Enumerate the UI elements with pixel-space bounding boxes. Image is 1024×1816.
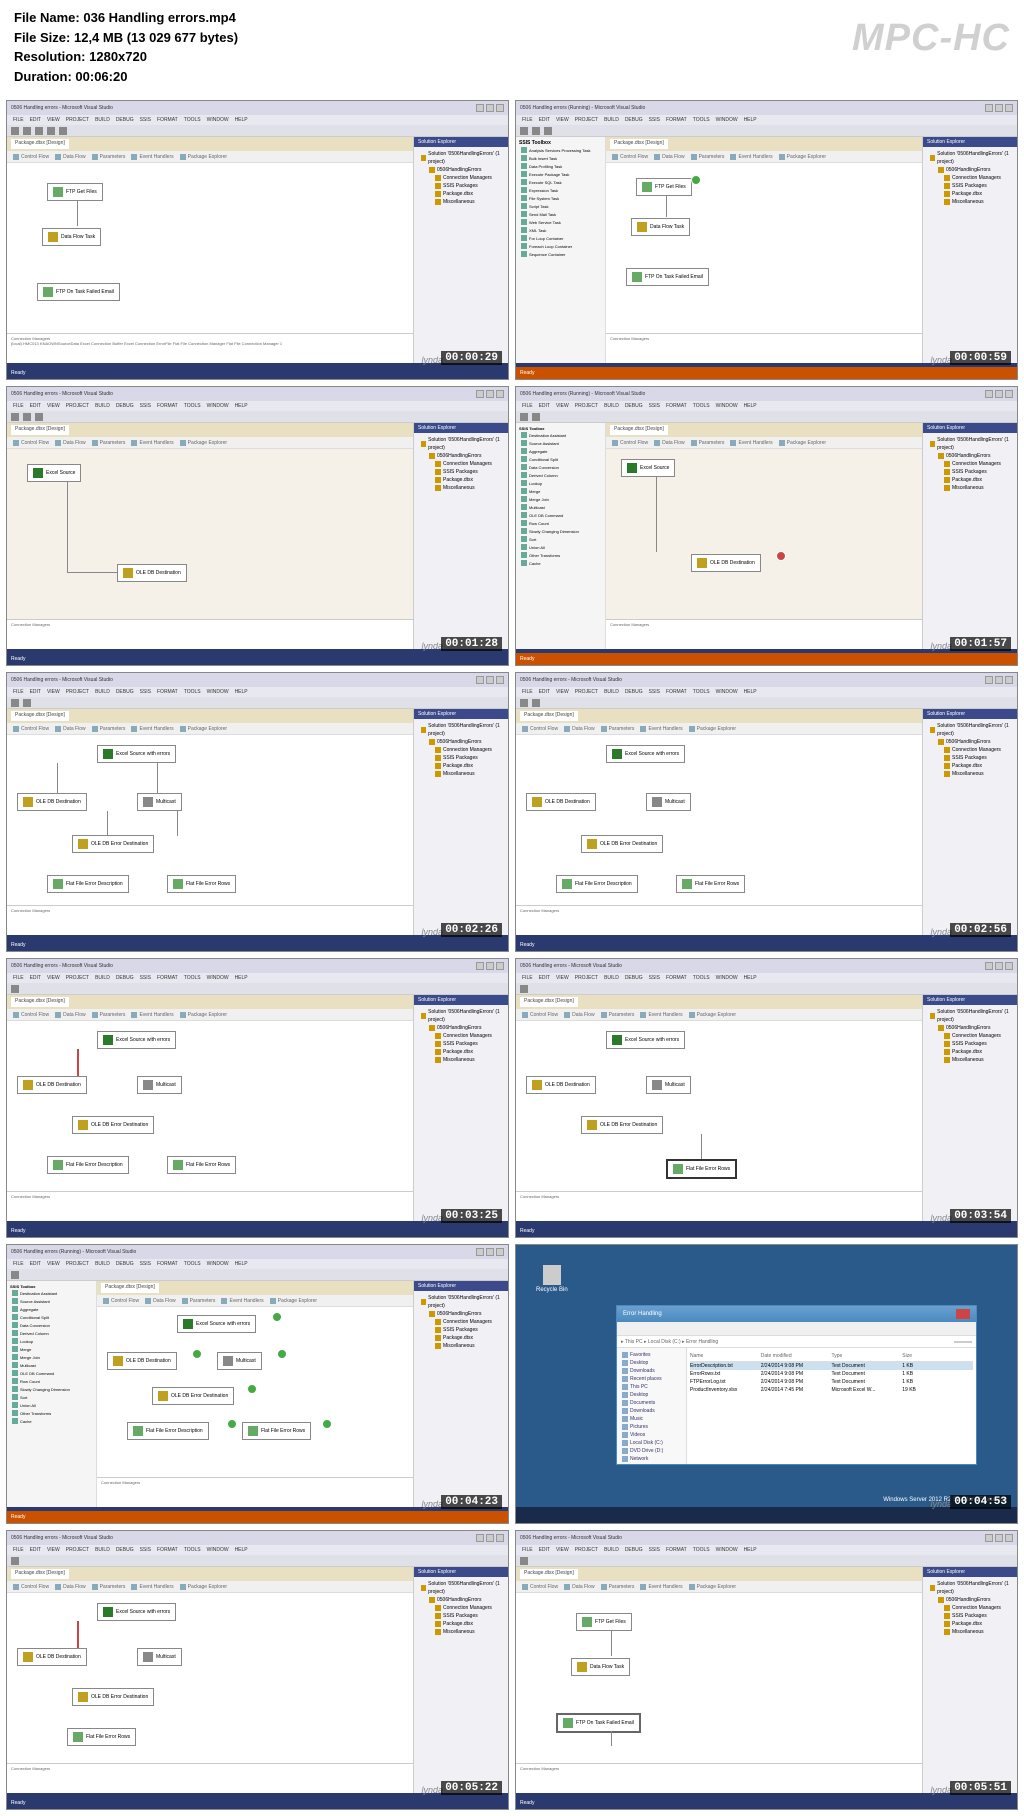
thumbnail-11[interactable]: 0506 Handling errors - Microsoft Visual … — [6, 1530, 509, 1810]
ftp-task-node: FTP Get Files — [47, 183, 103, 201]
thumbnail-5[interactable]: 0506 Handling errors - Microsoft Visual … — [6, 672, 509, 952]
vs-menubar[interactable]: FILEEDITVIEWPROJECTBUILDDEBUGSSISFORMATT… — [7, 115, 508, 125]
search-input — [954, 1341, 972, 1343]
connection-managers: Connection Managers(local).HMC013 KNAOWN… — [7, 333, 413, 363]
thumbnail-8[interactable]: 0506 Handling errors - Microsoft Visual … — [515, 958, 1018, 1238]
excel-source-node: Excel Source — [27, 464, 81, 482]
file-list[interactable]: NameDate modifiedTypeSize ErrorDescripti… — [687, 1348, 976, 1464]
thumbnail-9[interactable]: 0506 Handling errors (Running) - Microso… — [6, 1244, 509, 1524]
address-bar[interactable]: ▸ This PC ▸ Local Disk (C:) ▸ Error Hand… — [617, 1336, 976, 1348]
file-duration: 00:06:20 — [75, 69, 127, 84]
thumbnail-2[interactable]: 0506 Handling errors (Running) - Microso… — [515, 100, 1018, 380]
taskbar[interactable] — [516, 1507, 1017, 1523]
vs-titlebar: 0506 Handling errors - Microsoft Visual … — [7, 101, 508, 115]
thumbnail-10[interactable]: Recycle Bin Error Handling ▸ This PC ▸ L… — [515, 1244, 1018, 1524]
thumbnail-1[interactable]: 0506 Handling errors - Microsoft Visual … — [6, 100, 509, 380]
file-size: 12,4 MB (13 029 677 bytes) — [74, 30, 238, 45]
error-badge — [776, 551, 786, 561]
explorer-nav-tree[interactable]: FavoritesDesktopDownloadsRecent placesTh… — [617, 1348, 687, 1464]
thumbnail-4[interactable]: 0506 Handling errors (Running) - Microso… — [515, 386, 1018, 666]
ssis-toolbox[interactable]: SSIS Toolbox Analysis Services Processin… — [516, 137, 606, 363]
timestamp: 00:00:29 — [441, 351, 502, 365]
vs-toolbar[interactable] — [7, 125, 508, 137]
design-canvas[interactable]: Package.dtsx [Design] Control FlowData F… — [7, 137, 413, 363]
oledb-dest-node: OLE DB Destination — [117, 564, 187, 582]
close-icon — [956, 1309, 970, 1319]
thumbnail-grid: 0506 Handling errors - Microsoft Visual … — [0, 94, 1024, 1816]
file-info-header: File Name: 036 Handling errors.mp4 File … — [0, 0, 1024, 94]
windows-desktop[interactable]: Recycle Bin Error Handling ▸ This PC ▸ L… — [516, 1245, 1017, 1523]
thumbnail-12[interactable]: 0506 Handling errors - Microsoft Visual … — [515, 1530, 1018, 1810]
file-name: 036 Handling errors.mp4 — [83, 10, 235, 25]
ftp-fail-node: FTP On Task Failed Email — [37, 283, 120, 301]
thumbnail-6[interactable]: 0506 Handling errors - Microsoft Visual … — [515, 672, 1018, 952]
thumbnail-7[interactable]: 0506 Handling errors - Microsoft Visual … — [6, 958, 509, 1238]
dataflow-task-node: Data Flow Task — [42, 228, 101, 246]
thumbnail-3[interactable]: 0506 Handling errors - Microsoft Visual … — [6, 386, 509, 666]
recycle-bin-icon: Recycle Bin — [536, 1265, 568, 1293]
file-resolution: 1280x720 — [89, 49, 147, 64]
ssis-toolbox[interactable]: SSIS ToolboxDestination AssistantSource … — [516, 423, 606, 649]
solution-explorer[interactable]: Solution Explorer Solution '0506Handling… — [413, 137, 508, 363]
mpc-logo: MPC-HC — [852, 10, 1010, 67]
file-explorer-window[interactable]: Error Handling ▸ This PC ▸ Local Disk (C… — [616, 1305, 977, 1465]
statusbar: Ready — [7, 367, 508, 379]
